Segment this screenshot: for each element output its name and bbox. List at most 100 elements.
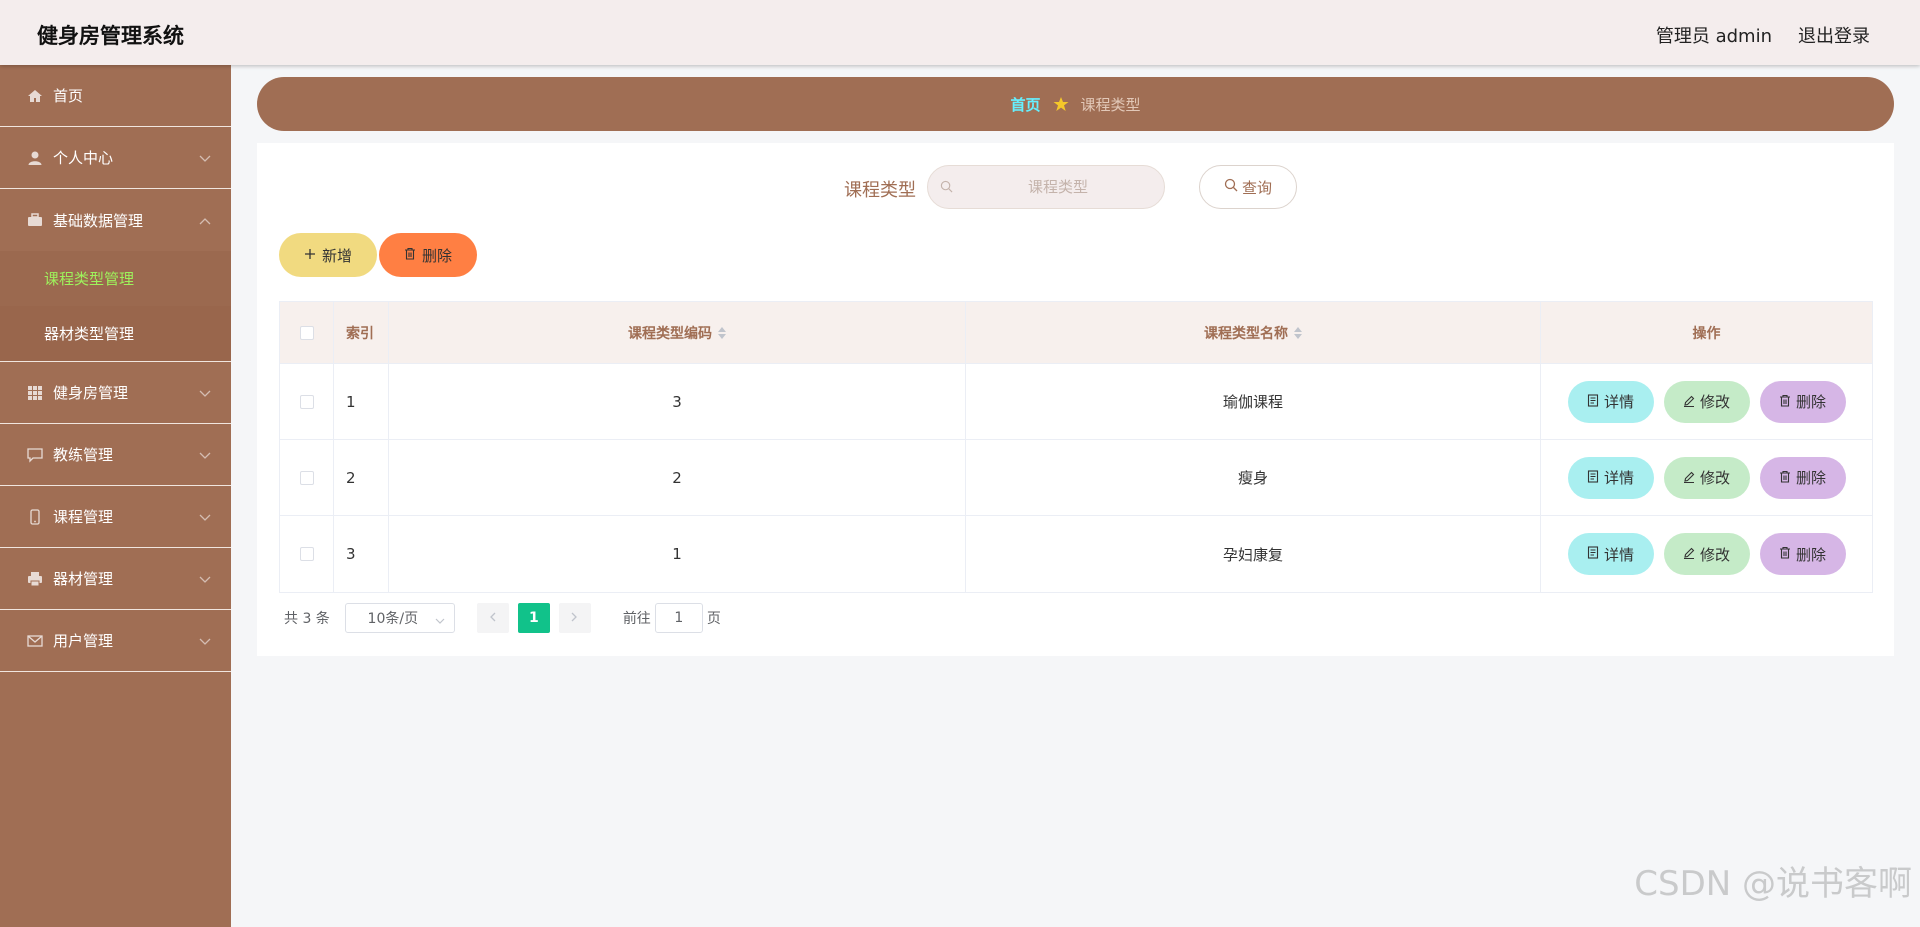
column-header-code[interactable]: 课程类型编码 (389, 302, 966, 363)
page-number-button[interactable]: 1 (517, 603, 550, 633)
table-header: 索引 课程类型编码 课程类型名称 操作 (280, 302, 1872, 364)
star-icon (1053, 96, 1069, 112)
grid-icon (27, 385, 43, 401)
sidebar-item-profile[interactable]: 个人中心 (0, 127, 231, 189)
sidebar-item-label: 课程管理 (53, 508, 114, 526)
row-checkbox-cell (280, 440, 334, 515)
sidebar-item-label: 个人中心 (53, 149, 114, 167)
edit-button[interactable]: 修改 (1663, 533, 1750, 575)
detail-button[interactable]: 详情 (1567, 380, 1654, 423)
prev-page-button[interactable] (476, 603, 509, 633)
top-header: 健身房管理系统 管理员 admin 退出登录 (0, 0, 1920, 65)
select-all-checkbox[interactable] (299, 325, 314, 340)
sidebar-subitem-course-type[interactable]: 课程类型管理 (0, 251, 231, 306)
header-actions: 管理员 admin 退出登录 (1656, 22, 1870, 48)
sidebar-item-label: 首页 (53, 87, 84, 105)
delete-button-label: 删除 (1795, 393, 1826, 411)
cell-index: 1 (334, 364, 389, 439)
table-row: 3 1 孕妇康复 详情 修改 删除 (280, 516, 1872, 592)
document-icon (1587, 393, 1599, 411)
sidebar-item-label: 用户管理 (53, 632, 114, 650)
column-header-name[interactable]: 课程类型名称 (966, 302, 1541, 363)
next-page-button[interactable] (558, 603, 591, 633)
pencil-icon (1683, 545, 1695, 563)
printer-icon (27, 571, 43, 587)
logout-link[interactable]: 退出登录 (1798, 22, 1870, 48)
trash-icon (404, 246, 416, 264)
app-title: 健身房管理系统 (37, 24, 184, 48)
search-field[interactable] (927, 165, 1165, 209)
admin-user-label[interactable]: 管理员 admin (1656, 22, 1772, 48)
delete-button-label: 删除 (1795, 545, 1826, 564)
table-row: 2 2 瘦身 详情 修改 删除 (280, 440, 1872, 516)
sidebar-item-label: 基础数据管理 (53, 211, 144, 230)
chevron-down-icon (199, 508, 211, 526)
row-checkbox[interactable] (299, 470, 314, 485)
sort-icon[interactable] (718, 326, 726, 339)
sidebar-item-base-data[interactable]: 基础数据管理 (0, 189, 231, 251)
mail-icon (27, 633, 43, 649)
goto-prefix: 前往 (622, 611, 651, 627)
header-checkbox-cell (280, 302, 334, 363)
page-size-value: 10条/页 (367, 611, 419, 627)
chevron-down-icon (435, 613, 445, 629)
table-row: 1 3 瑜伽课程 详情 修改 删除 (280, 364, 1872, 440)
search-input[interactable] (963, 178, 1153, 196)
sidebar-item-coach[interactable]: 教练管理 (0, 424, 231, 486)
phone-icon (27, 508, 43, 525)
sidebar-item-equipment[interactable]: 器材管理 (0, 548, 231, 610)
sidebar-item-label: 教练管理 (53, 446, 114, 464)
chevron-down-icon (199, 570, 211, 588)
goto-suffix: 页 (706, 611, 721, 627)
sidebar-item-course[interactable]: 课程管理 (0, 486, 231, 548)
breadcrumb-home[interactable]: 首页 (1010, 94, 1040, 115)
chevron-up-icon (199, 211, 211, 229)
pencil-icon (1683, 469, 1695, 487)
sidebar: 首页 个人中心 基础数据管理 课程类型管理 器材类型管理 健身房管理 教练管理 … (0, 65, 231, 927)
trash-icon (1779, 393, 1791, 411)
sidebar-item-gym[interactable]: 健身房管理 (0, 362, 231, 424)
detail-button[interactable]: 详情 (1567, 533, 1654, 575)
goto-page: 前往 页 (623, 603, 721, 633)
query-button-label: 查询 (1241, 178, 1272, 197)
cell-ops: 详情 修改 删除 (1541, 516, 1872, 592)
edit-button-label: 修改 (1699, 393, 1730, 411)
delete-button[interactable]: 删除 (1759, 533, 1846, 575)
bulk-delete-button[interactable]: 删除 (379, 233, 477, 277)
pagination: 共 3 条 10条/页 1 前往 页 (284, 603, 721, 633)
trash-icon (1779, 545, 1791, 563)
search-icon (1224, 178, 1238, 196)
bulk-delete-label: 删除 (421, 246, 452, 265)
breadcrumb-current: 课程类型 (1080, 95, 1141, 114)
edit-button[interactable]: 修改 (1663, 456, 1750, 499)
cell-index: 3 (334, 516, 389, 592)
course-type-table: 索引 课程类型编码 课程类型名称 操作 1 3 瑜伽课程 详情 修改 删除 2 … (279, 301, 1873, 593)
cell-code: 3 (389, 364, 966, 439)
chevron-down-icon (199, 446, 211, 464)
row-checkbox[interactable] (299, 394, 314, 409)
edit-button[interactable]: 修改 (1663, 380, 1750, 423)
delete-button-label: 删除 (1795, 469, 1826, 487)
briefcase-icon (27, 212, 43, 228)
row-checkbox-cell (280, 516, 334, 592)
sort-icon[interactable] (1294, 326, 1302, 339)
trash-icon (1779, 469, 1791, 487)
goto-page-input[interactable] (654, 603, 703, 633)
submenu-base-data: 课程类型管理 器材类型管理 (0, 251, 231, 362)
delete-button[interactable]: 删除 (1759, 456, 1846, 499)
chevron-right-icon (571, 610, 578, 626)
chat-icon (27, 447, 43, 463)
document-icon (1587, 545, 1599, 563)
add-button[interactable]: 新增 (279, 233, 377, 277)
pagination-total: 共 3 条 (284, 611, 330, 627)
sidebar-subitem-equipment-type[interactable]: 器材类型管理 (0, 306, 231, 361)
cell-name: 瑜伽课程 (966, 364, 1541, 439)
sidebar-item-home[interactable]: 首页 (0, 65, 231, 127)
detail-button[interactable]: 详情 (1567, 456, 1654, 499)
page-size-select[interactable]: 10条/页 (344, 603, 455, 633)
sidebar-item-users[interactable]: 用户管理 (0, 610, 231, 672)
delete-button[interactable]: 删除 (1759, 380, 1846, 423)
query-button[interactable]: 查询 (1199, 165, 1297, 209)
row-checkbox[interactable] (299, 547, 314, 561)
pencil-icon (1683, 393, 1695, 411)
